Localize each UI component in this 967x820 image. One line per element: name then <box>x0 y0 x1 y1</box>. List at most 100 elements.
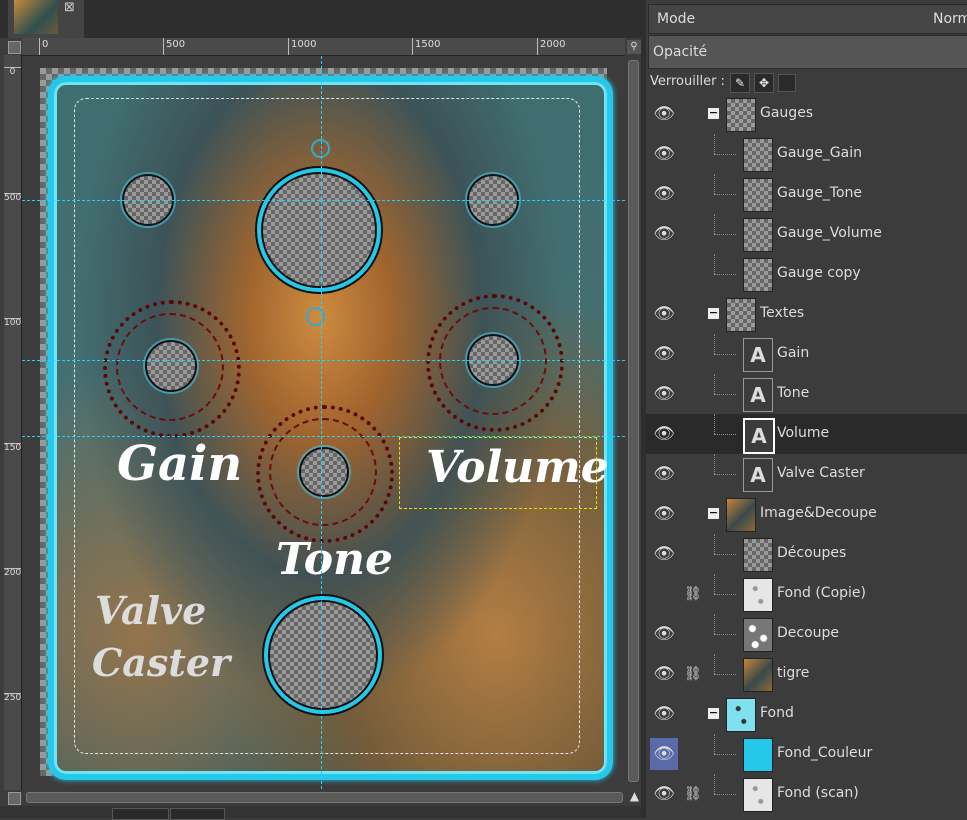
layer-name[interactable]: Découpes <box>777 545 846 561</box>
visibility-eye-icon[interactable]: 👁 <box>650 538 678 570</box>
close-tab-icon[interactable]: ⊠ <box>64 0 75 15</box>
visibility-eye-icon[interactable]: 👁 <box>650 698 678 730</box>
layer-name[interactable]: Gauge copy <box>777 265 861 281</box>
visibility-eye-icon[interactable]: 👁 <box>650 778 678 810</box>
layers-panel: Mode Norm Opacité Verrouiller : ✎ ✥ 👁 − Ga… <box>646 0 967 818</box>
image-tab-strip: ⊠ <box>0 0 645 38</box>
layer-row[interactable]: 👁 A Tone <box>646 374 967 414</box>
layer-row[interactable]: 👁 Fond_Couleur <box>646 734 967 774</box>
layer-name[interactable]: tigre <box>777 665 809 681</box>
visibility-eye-icon[interactable]: 👁 <box>650 658 678 690</box>
tree-connector <box>714 174 715 194</box>
chain-link-icon[interactable]: ⛓ <box>684 584 702 604</box>
tree-connector <box>714 454 715 474</box>
tree-connector <box>714 374 715 394</box>
visibility-eye-icon[interactable]: 👁 <box>650 98 678 130</box>
navigate-icon[interactable]: ▲ <box>628 790 641 803</box>
layer-row[interactable]: 👁 A Volume <box>646 414 967 454</box>
visibility-eye-icon[interactable]: 👁 <box>650 178 678 210</box>
layer-name[interactable]: Fond (Copie) <box>777 585 866 601</box>
horizontal-ruler[interactable]: 0 500 1000 1500 2000 <box>22 38 625 56</box>
layer-name[interactable]: Fond_Couleur <box>777 745 872 761</box>
layer-name[interactable]: Fond (scan) <box>777 785 859 801</box>
layer-row[interactable]: 👁 A Valve Caster <box>646 454 967 494</box>
layer-name[interactable]: Image&Decoupe <box>760 505 877 521</box>
layer-name[interactable]: Gauge_Volume <box>777 225 882 241</box>
visibility-eye-icon[interactable]: 👁 <box>650 738 678 770</box>
active-layer-boundary <box>399 437 597 509</box>
layer-name[interactable]: Textes <box>760 305 804 321</box>
gain-knob-hole <box>145 340 197 392</box>
visibility-eye-icon[interactable]: 👁 <box>650 138 678 170</box>
collapse-group-icon[interactable]: − <box>708 707 719 719</box>
image-tab[interactable]: ⊠ <box>8 0 84 38</box>
layer-row[interactable]: 👁 A Gain <box>646 334 967 374</box>
visibility-eye-icon[interactable]: 👁 <box>650 458 678 490</box>
layer-name[interactable]: Valve Caster <box>777 465 865 481</box>
quick-mask-toggle-button[interactable] <box>8 41 21 54</box>
layer-name[interactable]: Gauge_Tone <box>777 185 862 201</box>
horizontal-scrollbar[interactable] <box>22 789 625 805</box>
layer-row[interactable]: 👁 Gauge_Gain <box>646 134 967 174</box>
ruler-tick: 1500 <box>412 38 440 55</box>
position-lock-icon[interactable]: ✥ <box>754 73 774 93</box>
visibility-eye-icon[interactable]: 👁 <box>650 298 678 330</box>
layer-thumbnail <box>743 538 773 572</box>
layer-row[interactable]: Gauge copy <box>646 254 967 294</box>
chain-link-icon[interactable]: ⛓ <box>684 664 702 684</box>
guide-horizontal[interactable] <box>22 200 625 201</box>
paint-lock-icon[interactable]: ✎ <box>730 73 750 93</box>
layer-name[interactable]: Gauges <box>760 105 813 121</box>
ruler-tick: 500 <box>4 193 22 203</box>
tree-connector <box>714 574 715 594</box>
layer-name[interactable]: Gain <box>777 345 809 361</box>
tree-connector <box>714 774 715 794</box>
layer-row[interactable]: 👁 Gauge_Volume <box>646 214 967 254</box>
layer-row[interactable]: 👁 ⛓ tigre <box>646 654 967 694</box>
visibility-eye-icon[interactable]: 👁 <box>650 218 678 250</box>
guide-horizontal[interactable] <box>22 436 625 437</box>
layer-row[interactable]: 👁 Decoupe <box>646 614 967 654</box>
unit-selector[interactable] <box>112 808 169 820</box>
vertical-ruler[interactable]: 0 500 1000 1500 2000 2500 <box>4 55 22 790</box>
alpha-lock-icon[interactable] <box>778 74 796 92</box>
layer-name[interactable]: Tone <box>777 385 809 401</box>
guide-vertical[interactable] <box>321 56 322 789</box>
opacity-slider[interactable]: Opacité <box>648 35 967 69</box>
toggle-mask-button[interactable] <box>8 792 21 805</box>
layer-row[interactable]: ⛓ Fond (Copie) <box>646 574 967 614</box>
visibility-eye-icon[interactable]: 👁 <box>650 338 678 370</box>
guide-horizontal[interactable] <box>22 360 625 361</box>
layer-row[interactable]: 👁 Découpes <box>646 534 967 574</box>
lock-row: Verrouiller : ✎ ✥ <box>648 71 967 93</box>
valve-text: Valve <box>95 588 207 633</box>
visibility-eye-icon[interactable]: 👁 <box>650 618 678 650</box>
tree-connector <box>714 734 715 754</box>
zoom-icon[interactable]: ⚲ <box>627 40 641 54</box>
layer-row[interactable]: 👁 − Image&Decoupe <box>646 494 967 534</box>
collapse-group-icon[interactable]: − <box>708 307 719 319</box>
tree-connector <box>714 594 736 595</box>
layer-name[interactable]: Gauge_Gain <box>777 145 862 161</box>
chain-link-icon[interactable]: ⛓ <box>684 784 702 804</box>
layer-thumbnail <box>743 618 773 652</box>
layer-row[interactable]: 👁 − Fond <box>646 694 967 734</box>
layer-name[interactable]: Volume <box>777 425 829 441</box>
collapse-group-icon[interactable]: − <box>708 507 719 519</box>
vertical-scrollbar[interactable] <box>625 56 641 789</box>
mode-selector[interactable]: Mode Norm <box>648 4 967 34</box>
layer-row[interactable]: 👁 − Textes <box>646 294 967 334</box>
tree-connector <box>714 554 736 555</box>
layer-row[interactable]: 👁 − Gauges <box>646 94 967 134</box>
horizontal-scroll-thumb[interactable] <box>26 792 623 803</box>
layer-name[interactable]: Decoupe <box>777 625 839 641</box>
visibility-eye-icon[interactable]: 👁 <box>650 378 678 410</box>
layer-row[interactable]: 👁 ⛓ Fond (scan) <box>646 774 967 814</box>
collapse-group-icon[interactable]: − <box>708 107 719 119</box>
visibility-eye-icon[interactable]: 👁 <box>650 418 678 450</box>
vertical-scroll-thumb[interactable] <box>628 60 639 782</box>
layer-row[interactable]: 👁 Gauge_Tone <box>646 174 967 214</box>
layer-name[interactable]: Fond <box>760 705 794 721</box>
visibility-eye-icon[interactable]: 👁 <box>650 498 678 530</box>
zoom-selector[interactable] <box>170 808 225 820</box>
